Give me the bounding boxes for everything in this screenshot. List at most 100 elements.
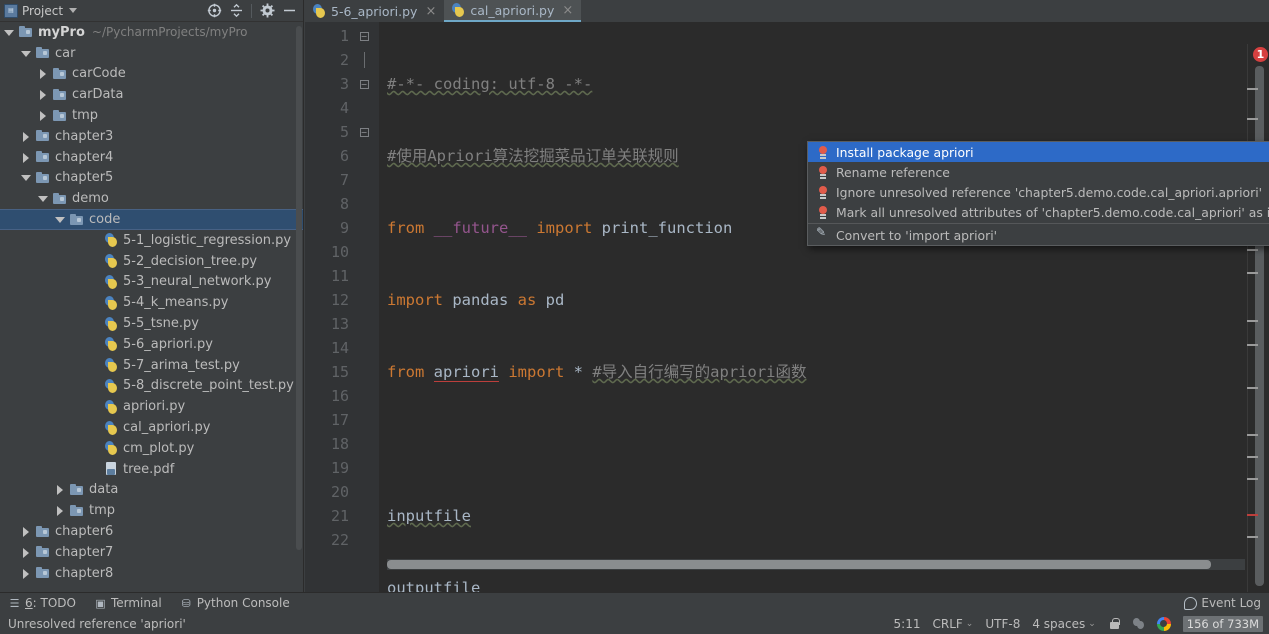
- tree-item-5-5-tsne-py[interactable]: 5-5_tsne.py: [0, 313, 303, 334]
- tree-item-tmp[interactable]: tmp: [0, 500, 303, 521]
- hide-icon[interactable]: [279, 1, 299, 21]
- tree-item-cardata[interactable]: carData: [0, 84, 303, 105]
- marker-stripe: [1247, 249, 1258, 251]
- project-tree-scrollbar[interactable]: [296, 26, 302, 550]
- tree-expand-icon[interactable]: [38, 89, 49, 101]
- editor-horizontal-scrollbar[interactable]: [387, 559, 1245, 570]
- tree-expand-icon[interactable]: [38, 110, 49, 122]
- line-number: 2: [339, 51, 349, 69]
- tree-item-5-4-k-means-py[interactable]: 5-4_k_means.py: [0, 292, 303, 313]
- close-icon[interactable]: ×: [425, 4, 436, 19]
- tree-item-mypro[interactable]: myPro ~/PycharmProjects/myPro: [0, 22, 303, 43]
- tree-item-car[interactable]: car: [0, 43, 303, 64]
- tree-item-cm-plot-py[interactable]: cm_plot.py: [0, 438, 303, 459]
- menu-item-convert-to-import-apriori-[interactable]: Convert to 'import apriori': [808, 225, 1269, 245]
- encoding-widget[interactable]: UTF-8: [985, 617, 1020, 631]
- lock-icon[interactable]: [1108, 617, 1120, 630]
- indent-widget[interactable]: 4 spaces ⌄: [1032, 617, 1095, 631]
- tree-item-chapter7[interactable]: chapter7: [0, 542, 303, 563]
- code-line-1: #-*- coding: utf-8 -*-: [387, 75, 593, 93]
- folder-icon: [35, 45, 51, 61]
- intention-actions-popup[interactable]: Install package apriori Rename reference I…: [807, 141, 1269, 246]
- python-file-icon: [103, 440, 119, 456]
- project-tree[interactable]: myPro ~/PycharmProjects/myPro car carCode ca…: [0, 22, 303, 592]
- tree-item-demo[interactable]: demo: [0, 188, 303, 209]
- gear-icon[interactable]: [257, 1, 277, 21]
- code-editor[interactable]: 1 2 3 4 5 6 7 8 9 10 11 12 13 14 15 16 17 18 19 20 21 22 − − …: [305, 22, 1269, 592]
- caret-position[interactable]: 5:11: [894, 617, 921, 631]
- tree-item-data[interactable]: data: [0, 480, 303, 501]
- tree-item-chapter6[interactable]: chapter6: [0, 521, 303, 542]
- tree-collapse-icon[interactable]: [4, 27, 15, 38]
- fold-marker[interactable]: −: [353, 120, 375, 144]
- tree-item-5-8-discrete-point-test-py[interactable]: 5-8_discrete_point_test.py: [0, 376, 303, 397]
- tree-item-chapter4[interactable]: chapter4: [0, 147, 303, 168]
- fold-marker[interactable]: [353, 48, 375, 72]
- event-log-button[interactable]: Event Log: [1184, 596, 1261, 610]
- menu-item-ignore-unresolved-reference-chapter5-dem[interactable]: Ignore unresolved reference 'chapter5.de…: [808, 182, 1269, 202]
- tree-expand-icon[interactable]: [21, 547, 32, 558]
- line-number: 16: [330, 387, 349, 405]
- tree-item-tmp[interactable]: tmp: [0, 105, 303, 126]
- tree-expand-icon[interactable]: [38, 68, 49, 80]
- tree-item-chapter5[interactable]: chapter5: [0, 168, 303, 189]
- editor-gutter[interactable]: 1 2 3 4 5 6 7 8 9 10 11 12 13 14 15 16 17 18 19 20 21 22 − − …: [305, 22, 379, 592]
- locate-icon[interactable]: [204, 1, 224, 21]
- tree-collapse-icon[interactable]: [55, 214, 66, 225]
- tool-window-terminal[interactable]: ▣ Terminal: [94, 596, 161, 610]
- close-icon[interactable]: ×: [562, 3, 573, 18]
- tree-collapse-icon[interactable]: [21, 48, 32, 59]
- editor-tab-5-6-apriori-py[interactable]: 5-6_apriori.py ×: [305, 0, 444, 22]
- tree-item-label: carData: [72, 87, 124, 103]
- tree-item-apriori-py[interactable]: apriori.py: [0, 396, 303, 417]
- tree-item-5-6-apriori-py[interactable]: 5-6_apriori.py: [0, 334, 303, 355]
- python-file-icon: [103, 357, 119, 373]
- tree-item-5-1-logistic-regression-py[interactable]: 5-1_logistic_regression.py: [0, 230, 303, 251]
- line-separator-widget[interactable]: CRLF ⌄: [932, 617, 973, 631]
- editor-tab-cal-apriori-py[interactable]: cal_apriori.py ×: [444, 0, 582, 22]
- google-icon[interactable]: [1156, 616, 1171, 631]
- tree-collapse-icon[interactable]: [38, 193, 49, 204]
- tool-window-python-console[interactable]: ⛁ Python Console: [180, 596, 290, 610]
- tree-item-carcode[interactable]: carCode: [0, 64, 303, 85]
- menu-item-label: Install package apriori: [836, 144, 974, 160]
- tree-expand-icon[interactable]: [21, 526, 32, 538]
- tree-item-5-2-decision-tree-py[interactable]: 5-2_decision_tree.py: [0, 251, 303, 272]
- scrollbar-thumb[interactable]: [387, 560, 1211, 569]
- tree-expand-icon[interactable]: [21, 131, 32, 142]
- error-count-badge[interactable]: 1: [1253, 47, 1268, 62]
- tool-window-todo[interactable]: ☰ 6: TODO: [8, 596, 76, 610]
- tree-collapse-icon[interactable]: [21, 172, 32, 183]
- tree-expand-icon[interactable]: [55, 484, 66, 496]
- line-number: 18: [330, 435, 349, 453]
- tree-item-tree-pdf[interactable]: tree.pdf: [0, 459, 303, 480]
- python-interpreter-icon[interactable]: [1132, 617, 1145, 630]
- tree-item-label: 5-6_apriori.py: [123, 336, 213, 352]
- chevron-down-icon[interactable]: [69, 8, 78, 13]
- line-number: 20: [330, 483, 349, 501]
- fold-marker[interactable]: −: [353, 24, 375, 48]
- fold-marker[interactable]: −: [353, 72, 375, 96]
- tree-item-cal-apriori-py[interactable]: cal_apriori.py: [0, 417, 303, 438]
- code-text[interactable]: #-*- coding: utf-8 -*- #使用Apriori算法挖掘菜品订…: [387, 24, 1269, 592]
- tree-item-5-7-arima-test-py[interactable]: 5-7_arima_test.py: [0, 355, 303, 376]
- tree-item-code[interactable]: code: [0, 209, 303, 230]
- menu-item-mark-all-unresolved-attributes-of-chapte[interactable]: Mark all unresolved attributes of 'chapt…: [808, 202, 1269, 222]
- editor-tab-label: 5-6_apriori.py: [331, 3, 418, 19]
- menu-item-rename-reference[interactable]: Rename reference: [808, 162, 1269, 182]
- tree-expand-icon[interactable]: [21, 152, 32, 163]
- editor-marker-bar[interactable]: 1: [1247, 44, 1269, 592]
- tree-item-label: code: [89, 212, 121, 228]
- code-line-5: from apriori import * #导入自行编写的apriori函数: [387, 363, 807, 382]
- project-panel-title[interactable]: Project: [22, 4, 63, 18]
- collapse-all-icon[interactable]: [226, 1, 246, 21]
- tree-item-chapter8[interactable]: chapter8: [0, 563, 303, 584]
- tree-expand-icon[interactable]: [55, 505, 66, 517]
- menu-item-install-package-apriori[interactable]: Install package apriori: [808, 142, 1269, 162]
- tree-expand-icon[interactable]: [21, 568, 32, 579]
- tree-item-label: apriori.py: [123, 399, 186, 415]
- tree-item-chapter3[interactable]: chapter3: [0, 126, 303, 147]
- tree-item-5-3-neural-network-py[interactable]: 5-3_neural_network.py: [0, 272, 303, 293]
- code-folding-column[interactable]: − − −: [353, 24, 375, 144]
- memory-indicator[interactable]: 156 of 733M: [1182, 615, 1263, 632]
